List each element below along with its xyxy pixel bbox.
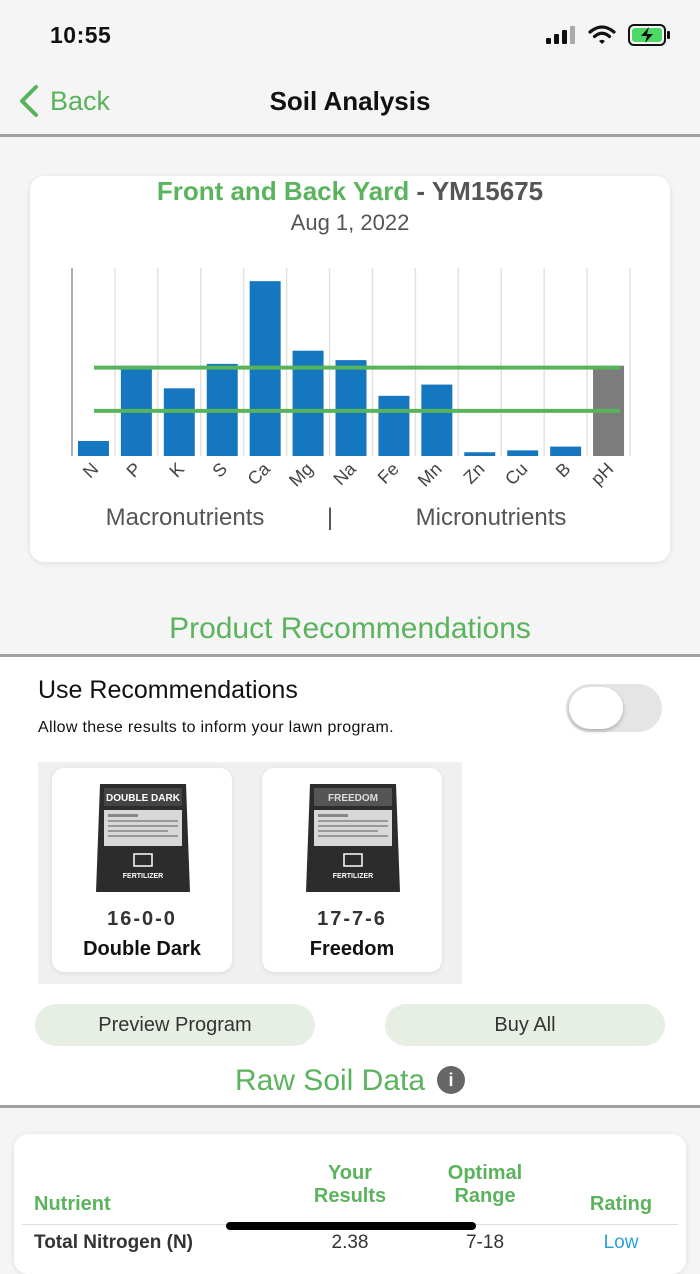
toggle-knob bbox=[569, 687, 623, 729]
product-card-double-dark[interactable]: DOUBLE DARK FERTILIZER 16-0-0 Double Dar… bbox=[52, 768, 232, 972]
header-optimal-range: Optimal Range bbox=[447, 1162, 523, 1207]
navigation-bar: Back Soil Analysis bbox=[0, 70, 700, 134]
use-recommendations-label: Use Recommendations bbox=[38, 676, 298, 704]
product-recommendations-title: Product Recommendations bbox=[169, 612, 531, 645]
product-name: Freedom bbox=[309, 938, 395, 960]
micronutrients-label: Micronutrients bbox=[416, 504, 567, 531]
row-result: 2.38 bbox=[331, 1232, 369, 1253]
product-npk: 16-0-0 bbox=[107, 908, 177, 930]
product-name: Double Dark bbox=[83, 938, 201, 960]
bag-type-text: FERTILIZER bbox=[333, 873, 373, 880]
use-recommendations-subtext: Allow these results to inform your lawn … bbox=[38, 719, 394, 736]
raw-soil-data-title: Raw Soil Data i bbox=[0, 1064, 700, 1098]
bag-brand-text: DOUBLE DARK bbox=[106, 793, 181, 804]
bag-brand-text: FREEDOM bbox=[328, 793, 378, 804]
status-icons bbox=[546, 24, 672, 46]
x-tick-label: Fe bbox=[374, 459, 403, 488]
chart-bar-n bbox=[77, 440, 109, 456]
yard-name: Front and Back Yard bbox=[156, 176, 410, 206]
battery-charging-icon bbox=[628, 24, 670, 46]
x-tick-label: Mn bbox=[414, 459, 446, 491]
chart-bar-zn bbox=[464, 452, 496, 456]
raw-data-divider bbox=[0, 1105, 700, 1108]
chart-bar-mn bbox=[421, 384, 453, 456]
header-nutrient: Nutrient bbox=[34, 1193, 111, 1215]
product-card-freedom[interactable]: FREEDOM FERTILIZER 17-7-6 Freedom bbox=[262, 768, 442, 972]
page-title: Soil Analysis bbox=[269, 86, 431, 116]
preview-program-button[interactable]: Preview Program bbox=[35, 1004, 315, 1046]
x-tick-label: S bbox=[208, 459, 231, 482]
wifi-icon bbox=[588, 25, 616, 44]
home-indicator bbox=[226, 1222, 476, 1230]
x-tick-label: Zn bbox=[460, 459, 489, 488]
row-rating[interactable]: Low bbox=[578, 1232, 664, 1254]
macronutrients-label: Macronutrients bbox=[106, 504, 265, 531]
x-tick-label: K bbox=[165, 459, 188, 482]
raw-soil-data-label: Raw Soil Data bbox=[234, 1064, 426, 1097]
row-optimal-range: 7-18 bbox=[465, 1232, 505, 1253]
sample-id: YM15675 bbox=[431, 176, 544, 206]
chart-bar-fe bbox=[378, 395, 410, 456]
fertilizer-bag-image: FREEDOM FERTILIZER bbox=[306, 784, 400, 892]
x-tick-label: Mg bbox=[285, 459, 317, 491]
info-icon[interactable]: i bbox=[437, 1066, 466, 1094]
chart-bar-b bbox=[550, 446, 582, 456]
x-tick-label: P bbox=[123, 459, 146, 482]
chart-bar-k bbox=[163, 388, 195, 456]
x-tick-label: Na bbox=[329, 458, 360, 489]
fertilizer-bag-image: DOUBLE DARK FERTILIZER bbox=[96, 784, 190, 892]
use-recommendations-toggle[interactable] bbox=[566, 684, 662, 732]
buy-all-button[interactable]: Buy All bbox=[385, 1004, 665, 1046]
bag-type-text: FERTILIZER bbox=[123, 873, 163, 880]
header-rating: Rating bbox=[589, 1193, 653, 1215]
product-npk: 17-7-6 bbox=[317, 908, 387, 930]
x-tick-label: Cu bbox=[501, 459, 531, 489]
nav-divider bbox=[0, 134, 700, 137]
x-tick-label: B bbox=[552, 459, 575, 482]
x-tick-label: Ca bbox=[244, 458, 275, 489]
status-time: 10:55 bbox=[50, 22, 112, 48]
chart-bar-na bbox=[335, 360, 367, 456]
row-nutrient: Total Nitrogen (N) bbox=[34, 1232, 194, 1253]
header-your-results: Your Results bbox=[313, 1162, 387, 1207]
group-divider: | bbox=[327, 504, 333, 531]
title-separator: - bbox=[409, 176, 432, 206]
status-bar: 10:55 bbox=[0, 0, 700, 70]
x-tick-label: N bbox=[79, 459, 102, 482]
signal-icon bbox=[546, 26, 575, 44]
chart-date: Aug 1, 2022 bbox=[290, 210, 410, 235]
x-tick-label: pH bbox=[587, 459, 617, 489]
chart-bar-cu bbox=[507, 450, 539, 456]
chart-title: Front and Back Yard - YM15675 bbox=[0, 176, 700, 207]
soil-nutrient-bar-chart: N P K S Ca Mg Na Fe Mn Zn Cu BpH Macronutrients | Micr… bbox=[71, 268, 631, 531]
